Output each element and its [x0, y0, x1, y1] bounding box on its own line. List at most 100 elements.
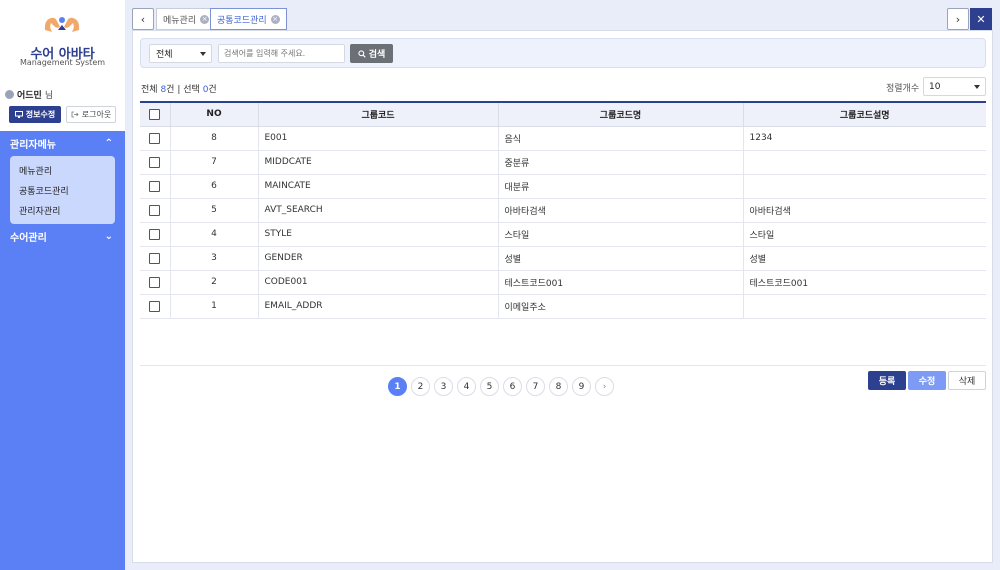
search-bar: 전체 검색 [140, 38, 986, 68]
page-button[interactable]: 9 [572, 377, 591, 396]
menu-item-admin-management[interactable]: 관리자관리 [10, 200, 115, 220]
menu-item-menu-management[interactable]: 메뉴관리 [10, 160, 115, 180]
logout-label: 로그아웃 [81, 110, 112, 119]
hands-logo-icon [44, 17, 80, 32]
select-all-checkbox[interactable] [149, 108, 161, 120]
row-checkbox-cell [140, 126, 171, 151]
cell-code: EMAIL_ADDR [258, 294, 499, 319]
code-table: NO 그룹코드 그룹코드명 그룹코드설명 8 E001 음식 1234 7 MI… [140, 101, 986, 319]
edit-button[interactable]: 수정 [908, 371, 946, 390]
col-header-desc[interactable]: 그룹코드설명 [743, 102, 986, 127]
page-size-value: 10 [929, 81, 941, 92]
cell-no: 3 [170, 246, 259, 271]
logout-button[interactable]: 로그아웃 [66, 106, 116, 123]
cell-desc: 1234 [743, 126, 986, 151]
user-icon [5, 90, 14, 99]
table-row[interactable]: 7 MIDDCATE 중분류 [140, 150, 986, 175]
page-button[interactable]: 7 [526, 377, 545, 396]
close-all-tabs-button[interactable]: ✕ [970, 8, 992, 30]
page-button[interactable]: 2 [411, 377, 430, 396]
logo[interactable]: 수어 아바타 Management System [0, 0, 125, 80]
row-checkbox[interactable] [149, 180, 161, 192]
row-checkbox[interactable] [149, 156, 161, 168]
col-header-name[interactable]: 그룹코드명 [498, 102, 744, 127]
menu-section-label: 수어관리 [10, 232, 47, 244]
user-name: 어드민 [17, 91, 42, 101]
row-checkbox-cell [140, 150, 171, 175]
edit-profile-label: 정보수정 [25, 110, 56, 119]
row-checkbox-cell [140, 294, 171, 319]
delete-button[interactable]: 삭제 [948, 371, 986, 390]
row-checkbox[interactable] [149, 228, 161, 240]
submenu-admin: 메뉴관리 공통코드관리 관리자관리 [10, 156, 115, 224]
row-checkbox-cell [140, 222, 171, 247]
row-checkbox[interactable] [149, 132, 161, 144]
chevron-up-icon: ⌃ [104, 137, 113, 149]
main-area: ‹ 메뉴관리 × 공통코드관리 × › ✕ 전체 검색 전체 8 건 | [125, 0, 1000, 570]
tab-close-icon[interactable]: × [200, 14, 210, 24]
caret-down-icon [974, 85, 980, 89]
row-checkbox[interactable] [149, 300, 161, 312]
count-separator: | [177, 85, 181, 95]
row-checkbox[interactable] [149, 276, 161, 288]
search-button[interactable]: 검색 [350, 44, 393, 63]
chevron-right-icon: › [602, 381, 607, 392]
page-button[interactable]: 1 [388, 377, 407, 396]
cell-no: 5 [170, 198, 259, 223]
row-checkbox-cell [140, 246, 171, 271]
select-all-cell [140, 102, 171, 127]
row-checkbox[interactable] [149, 252, 161, 264]
chevron-left-icon: ‹ [140, 12, 146, 26]
logout-icon [71, 111, 79, 118]
page-size-select[interactable]: 10 [923, 77, 986, 96]
search-type-value: 전체 [156, 50, 173, 60]
row-checkbox-cell [140, 174, 171, 199]
tab-common-code[interactable]: 공통코드관리 × [210, 8, 287, 30]
cell-no: 7 [170, 150, 259, 175]
cell-code: MIDDCATE [258, 150, 499, 175]
table-row[interactable]: 8 E001 음식 1234 [140, 126, 986, 151]
cell-code: AVT_SEARCH [258, 198, 499, 223]
table-footer-divider [140, 365, 986, 366]
tab-menu-management[interactable]: 메뉴관리 × [156, 8, 217, 30]
brand-subtitle: Management System [19, 58, 106, 67]
cell-code: GENDER [258, 246, 499, 271]
cell-no: 8 [170, 126, 259, 151]
table-row[interactable]: 2 CODE001 테스트코드001 테스트코드001 [140, 270, 986, 295]
page-button[interactable]: 4 [457, 377, 476, 396]
menu-item-common-code[interactable]: 공통코드관리 [10, 180, 115, 200]
tab-next-button[interactable]: › [947, 8, 969, 30]
page-button[interactable]: 3 [434, 377, 453, 396]
table-row[interactable]: 4 STYLE 스타일 스타일 [140, 222, 986, 247]
cell-code: CODE001 [258, 270, 499, 295]
total-label: 전체 [141, 85, 158, 95]
search-type-select[interactable]: 전체 [149, 44, 212, 63]
cell-name: 중분류 [498, 150, 744, 175]
table-row[interactable]: 5 AVT_SEARCH 아바타검색 아바타검색 [140, 198, 986, 223]
menu-section-admin[interactable]: 관리자메뉴 ⌃ [0, 131, 125, 155]
cell-no: 1 [170, 294, 259, 319]
table-row[interactable]: 6 MAINCATE 대분류 [140, 174, 986, 199]
col-header-no[interactable]: NO [170, 102, 259, 127]
register-button[interactable]: 등록 [868, 371, 906, 390]
cell-desc: 테스트코드001 [743, 270, 986, 295]
chevron-right-icon: › [955, 12, 961, 26]
cell-desc [743, 174, 986, 199]
cell-no: 6 [170, 174, 259, 199]
tab-close-icon[interactable]: × [270, 14, 280, 24]
page-button[interactable]: 6 [503, 377, 522, 396]
table-row[interactable]: 1 EMAIL_ADDR 이메일주소 [140, 294, 986, 319]
table-row[interactable]: 3 GENDER 성별 성별 [140, 246, 986, 271]
page-button[interactable]: 5 [480, 377, 499, 396]
search-input[interactable] [218, 44, 345, 63]
cell-name: 이메일주소 [498, 294, 744, 319]
page-button[interactable]: 8 [549, 377, 568, 396]
tab-prev-button[interactable]: ‹ [132, 8, 154, 30]
menu-section-sign[interactable]: 수어관리 ⌄ [0, 224, 125, 248]
result-count: 전체 8건 | 선택 0건 [141, 82, 217, 95]
next-page-button[interactable]: › [595, 377, 614, 396]
menu-section-label: 관리자메뉴 [10, 139, 56, 151]
row-checkbox[interactable] [149, 204, 161, 216]
col-header-code[interactable]: 그룹코드 [258, 102, 499, 127]
edit-profile-button[interactable]: 정보수정 [9, 106, 61, 123]
